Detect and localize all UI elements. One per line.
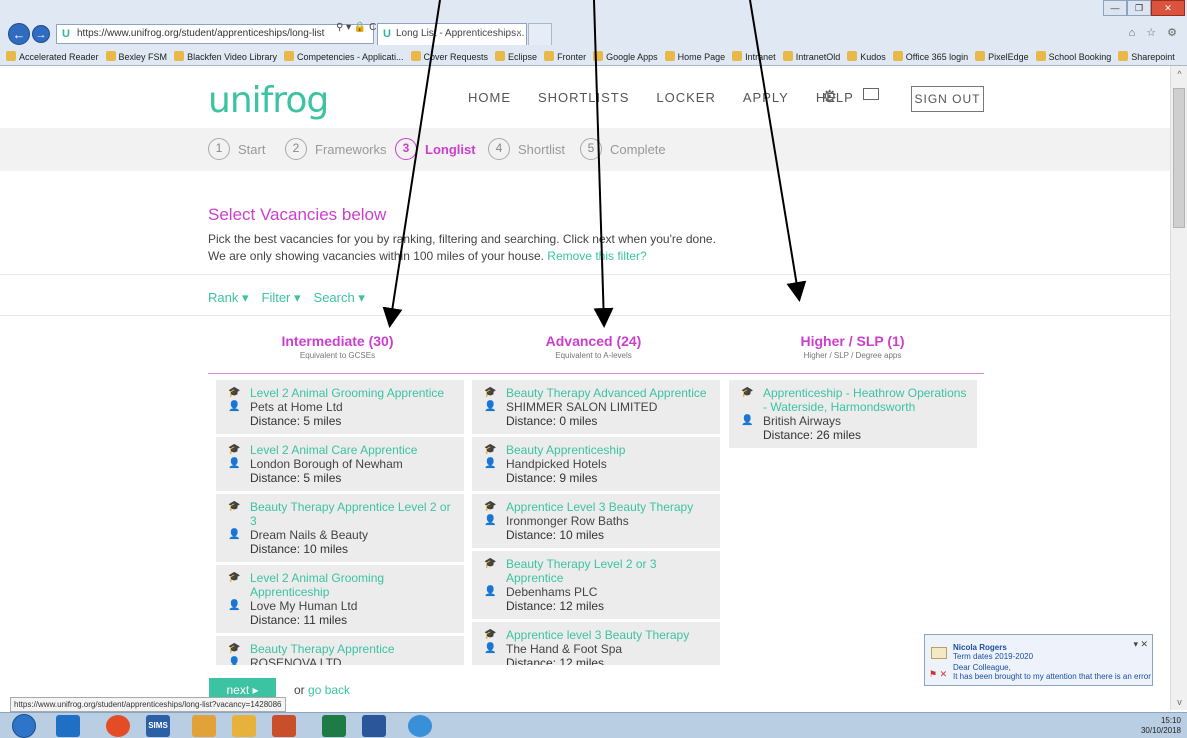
annotation-arrows <box>382 0 807 328</box>
annotation-arrow-higher <box>749 0 807 302</box>
annotation-arrow-intermediate <box>382 0 441 328</box>
annotation-arrow-advanced <box>593 0 614 328</box>
